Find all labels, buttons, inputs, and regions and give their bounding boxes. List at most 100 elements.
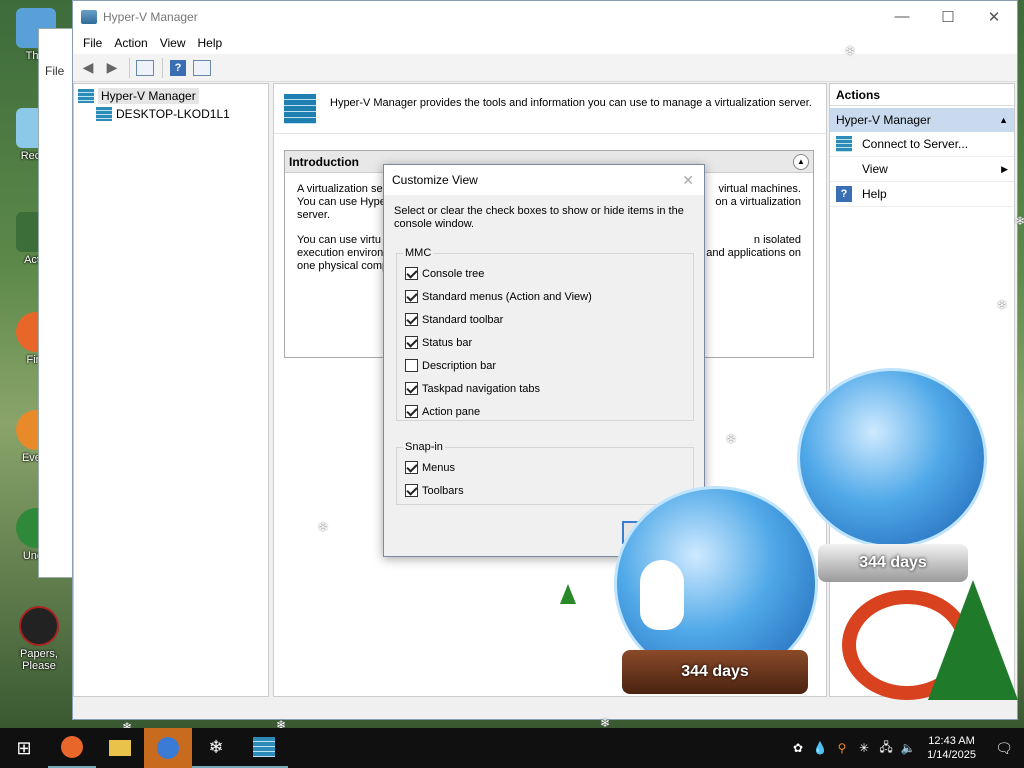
clock-time: 12:43 AM [928, 735, 975, 747]
submenu-arrow-icon: ▶ [1001, 163, 1008, 174]
menu-bar: File Action View Help [73, 32, 1017, 54]
checkbox-label: Menus [422, 461, 456, 474]
action-label: Connect to Server... [862, 137, 969, 151]
tray-app-icon[interactable]: ✿ [787, 741, 809, 755]
tree-item-hyperv-manager[interactable]: Hyper-V Manager [78, 87, 268, 105]
snowflake-icon: ❄ [1015, 214, 1024, 228]
network-icon[interactable]: 🖧 [875, 738, 897, 759]
checkbox[interactable] [405, 267, 418, 280]
snapin-group: Snap-in Menus Toolbars [396, 441, 694, 505]
action-connect-to-server[interactable]: Connect to Server... [830, 132, 1014, 157]
actions-group-hyperv-manager[interactable]: Hyper-V Manager ▲ [830, 108, 1014, 132]
checkbox-label: Console tree [422, 267, 485, 280]
hyperv-app-icon [81, 9, 97, 24]
volume-icon[interactable]: 🔈 [897, 741, 919, 755]
droplet-icon[interactable]: 💧 [809, 741, 831, 755]
checkbox-label: Taskpad navigation tabs [422, 382, 541, 395]
snow-globe-small-base: 344 days [818, 544, 968, 582]
intro-text: You can use virtu [297, 234, 381, 246]
console-tree-icon [136, 59, 154, 76]
mmc-group-label: MMC [403, 247, 434, 259]
close-button[interactable]: ✕ [971, 1, 1017, 32]
checkbox-toolbars[interactable]: Toolbars [397, 479, 693, 502]
checkbox-label: Action pane [422, 405, 481, 418]
bg-menu-file[interactable]: File [45, 64, 64, 78]
system-tray: ✿ 💧 ⚲ ✳ 🖧 🔈 12:43 AM 1/14/2025 🗨 [787, 734, 1024, 762]
show-hide-action-pane-button[interactable] [191, 57, 213, 79]
clock[interactable]: 12:43 AM 1/14/2025 [919, 734, 984, 762]
actions-group-label: Hyper-V Manager [836, 113, 931, 127]
checkbox[interactable] [405, 405, 418, 418]
dialog-title: Customize View [392, 173, 478, 187]
toolbar: ◀ ▶ ? [73, 54, 1017, 82]
start-button[interactable]: ⊞ [0, 728, 48, 768]
checkbox-status-bar[interactable]: Status bar [397, 331, 693, 354]
menu-help[interactable]: Help [192, 36, 229, 50]
checkbox-label: Toolbars [422, 484, 464, 497]
dialog-description: Select or clear the check boxes to show … [394, 205, 684, 230]
checkbox[interactable] [405, 461, 418, 474]
snowman-icon [640, 560, 684, 630]
checkbox-standard-menus[interactable]: Standard menus (Action and View) [397, 285, 693, 308]
title-bar[interactable]: Hyper-V Manager — ☐ ✕ [73, 1, 1017, 32]
action-label: Help [862, 187, 887, 201]
taskbar-app-active[interactable] [144, 728, 192, 768]
dialog-close-icon[interactable]: ✕ [682, 172, 694, 189]
show-hide-console-tree-button[interactable] [134, 57, 156, 79]
checkbox-taskpad-navigation-tabs[interactable]: Taskpad navigation tabs [397, 377, 693, 400]
help-icon: ? [836, 186, 852, 202]
collapse-triangle-icon[interactable]: ▲ [999, 115, 1008, 125]
description-banner: Hyper-V Manager provides the tools and i… [274, 84, 826, 134]
help-button[interactable]: ? [167, 57, 189, 79]
minimize-button[interactable]: — [879, 1, 925, 32]
firefox-icon [61, 736, 83, 758]
forward-arrow-icon[interactable]: ▶ [101, 57, 123, 79]
checkbox-menus[interactable]: Menus [397, 456, 693, 479]
checkbox-label: Standard toolbar [422, 313, 504, 326]
hyperv-icon [253, 737, 275, 757]
small-tree-icon [560, 584, 576, 604]
action-label: View [862, 162, 888, 176]
checkbox-console-tree[interactable]: Console tree [397, 262, 693, 285]
taskbar-firefox[interactable] [48, 728, 96, 768]
snow-globe-small [797, 368, 987, 548]
maximize-button[interactable]: ☐ [925, 1, 971, 32]
tree-item-desktop[interactable]: DESKTOP-LKOD1L1 [96, 105, 268, 123]
snapin-group-label: Snap-in [403, 441, 445, 453]
taskbar-hyperv[interactable] [240, 728, 288, 768]
people-icon [157, 737, 179, 759]
action-pane-icon [193, 59, 211, 76]
taskbar-snowflake-app[interactable]: ❄ [192, 728, 240, 768]
game-icon [19, 606, 59, 646]
connect-server-icon [836, 136, 852, 152]
checkbox-standard-toolbar[interactable]: Standard toolbar [397, 308, 693, 331]
checkbox[interactable] [405, 290, 418, 303]
back-arrow-icon[interactable]: ◀ [77, 57, 99, 79]
desktop-icon-papers-please[interactable]: Papers, Please [4, 606, 74, 672]
action-help[interactable]: ? Help [830, 182, 1014, 207]
intro-text: virtual machines. [718, 183, 801, 195]
clock-date: 1/14/2025 [927, 749, 976, 761]
checkbox[interactable] [405, 336, 418, 349]
snowflake-icon: ❄ [318, 520, 329, 534]
action-view[interactable]: View ▶ [830, 157, 1014, 182]
search-icon[interactable]: ⚲ [831, 741, 853, 755]
collapse-chevron-up-icon[interactable]: ▲ [793, 153, 809, 170]
menu-file[interactable]: File [77, 36, 108, 50]
christmas-tree-icon [928, 580, 1018, 700]
menu-action[interactable]: Action [108, 36, 153, 50]
checkbox-action-pane[interactable]: Action pane [397, 400, 693, 423]
checkbox[interactable] [405, 484, 418, 497]
folder-icon [109, 740, 131, 756]
checkbox[interactable] [405, 359, 418, 372]
checkbox-description-bar[interactable]: Description bar [397, 354, 693, 377]
snowflake-icon[interactable]: ✳ [853, 741, 875, 755]
dialog-title-bar[interactable]: Customize View ✕ [384, 165, 704, 195]
checkbox[interactable] [405, 313, 418, 326]
menu-view[interactable]: View [154, 36, 192, 50]
checkbox[interactable] [405, 382, 418, 395]
customize-view-dialog: Customize View ✕ Select or clear the che… [383, 164, 705, 557]
taskbar-file-explorer[interactable] [96, 728, 144, 768]
snowflake-icon: ❄ [726, 432, 737, 446]
notification-icon[interactable]: 🗨 [984, 740, 1024, 757]
